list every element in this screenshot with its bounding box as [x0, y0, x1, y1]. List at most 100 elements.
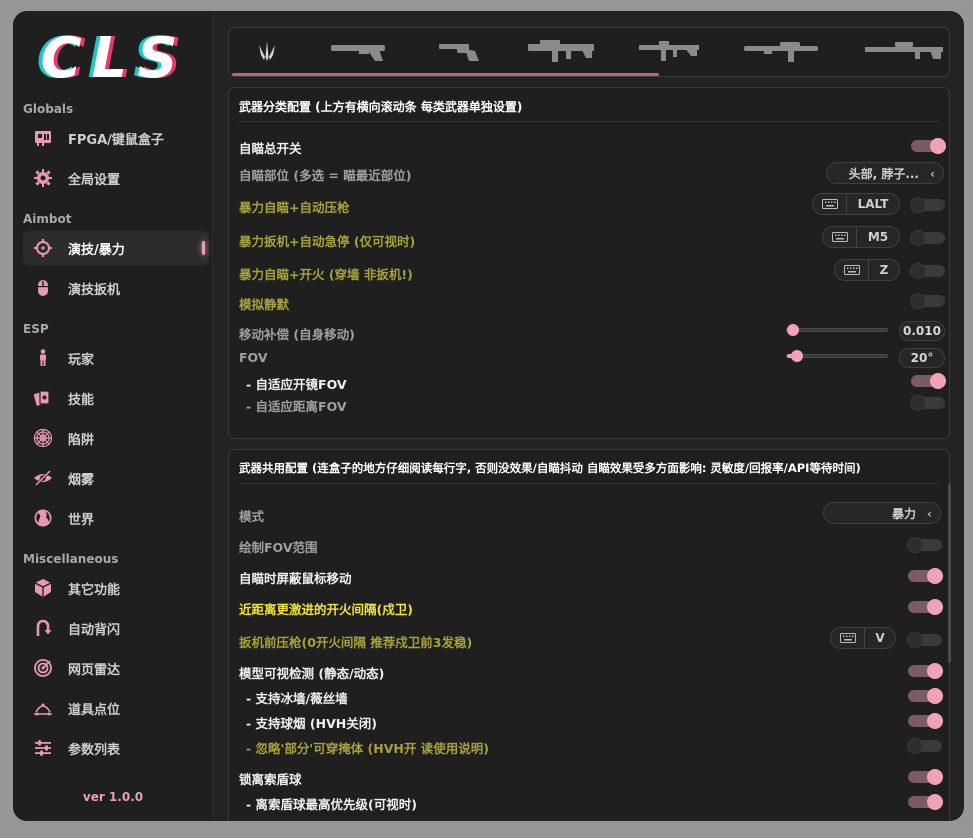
close-range-toggle[interactable]: [908, 599, 943, 615]
mode-dropdown[interactable]: 暴力 ‹: [823, 502, 941, 524]
block-mouse-toggle[interactable]: [908, 568, 943, 584]
pre-trigger-toggle[interactable]: [907, 632, 942, 648]
sidebar-item-traps[interactable]: 陷阱: [23, 421, 209, 455]
sidebar-item-label: 道具点位: [68, 702, 121, 718]
app-window: CLS Globals FPGA/键鼠盒子 全局设置 Aimbot 演技/暴力: [13, 11, 964, 821]
sidebar-item-params[interactable]: 参数列表: [23, 731, 209, 765]
weapon-shared-config-panel: 武器共用配置 (连盒子的地方仔细阅读每行字, 否则没效果/自瞄抖动 自瞄效果受多…: [228, 449, 950, 821]
brute-fire-keybind[interactable]: Z: [834, 259, 900, 281]
smoke-support-toggle[interactable]: [908, 713, 943, 729]
section-misc: Miscellaneous: [23, 552, 119, 566]
rifle-icon: [639, 41, 699, 61]
sidebar-item-waypoints[interactable]: 道具点位: [23, 691, 209, 725]
weapon-tab-bar[interactable]: [228, 27, 950, 77]
weapon-tab-rifle[interactable]: [634, 36, 704, 66]
sidebar-item-fpga[interactable]: FPGA/键鼠盒子: [23, 121, 209, 155]
aim-master-label: 自瞄总开关: [239, 141, 302, 156]
brute-aim-keybind[interactable]: LALT: [812, 193, 900, 215]
slider-knob[interactable]: [790, 350, 803, 362]
orb-priority-toggle[interactable]: [908, 794, 943, 810]
sidebar-item-smoke[interactable]: 烟雾: [23, 461, 209, 495]
cards-icon: [32, 387, 54, 409]
weapon-tab-sniper[interactable]: [864, 36, 944, 66]
tab-scrollbar[interactable]: [232, 73, 659, 76]
panel-divider: [239, 483, 939, 484]
sidebar-item-label: 玩家: [68, 352, 95, 368]
sidebar-item-label: 世界: [68, 512, 95, 528]
brute-fire-toggle[interactable]: [910, 263, 945, 279]
move-comp-value[interactable]: 0.010: [899, 321, 945, 341]
panel-divider: [239, 121, 939, 122]
section-globals: Globals: [23, 102, 74, 116]
sidebar-item-other[interactable]: 其它功能: [23, 571, 209, 605]
silent-aim-toggle[interactable]: [910, 293, 945, 309]
vis-check-label: 模型可视检测 (静态/动态): [239, 666, 385, 681]
keybind-label: LALT: [857, 197, 889, 211]
keybind-label: Z: [879, 263, 889, 277]
sidebar-item-label: 全局设置: [68, 172, 121, 188]
ice-wall-label: - 支持冰墙/薇丝墙: [246, 691, 348, 706]
sidebar-item-brute-aim[interactable]: 演技/暴力: [23, 231, 209, 265]
ignore-cover-toggle[interactable]: [907, 738, 942, 754]
sidebar-item-trigger[interactable]: 演技扳机: [23, 271, 209, 305]
panel-scrollbar[interactable]: [948, 483, 951, 663]
fov-value[interactable]: 20°: [899, 348, 945, 368]
globe-icon: [32, 507, 54, 529]
weapon-tab-smg[interactable]: [521, 36, 601, 66]
fov-label: FOV: [239, 350, 268, 365]
brute-aim-toggle[interactable]: [910, 197, 945, 213]
sidebar-item-label: 陷阱: [68, 432, 95, 448]
smg-icon: [528, 40, 594, 62]
weapon-tab-pistol[interactable]: [324, 36, 394, 66]
weapon-tab-revolver[interactable]: [429, 36, 489, 66]
mode-label: 模式: [239, 509, 265, 524]
draw-fov-label: 绘制FOV范围: [239, 540, 318, 555]
sidebar-item-web-radar[interactable]: 网页雷达: [23, 651, 209, 685]
brute-trigger-keybind[interactable]: M5: [822, 226, 900, 248]
claw-icon: [259, 41, 275, 61]
spiderweb-icon: [32, 427, 54, 449]
draw-fov-toggle[interactable]: [907, 537, 942, 553]
lock-orb-label: 锁离索盾球: [239, 772, 302, 787]
panel-title: 武器共用配置 (连盒子的地方仔细阅读每行字, 否则没效果/自瞄抖动 自瞄效果受多…: [239, 461, 861, 475]
sidebar-item-players[interactable]: 玩家: [23, 341, 209, 375]
app-logo: CLS: [29, 29, 199, 89]
weapon-tab-melee[interactable]: [247, 36, 287, 66]
ice-wall-toggle[interactable]: [908, 688, 943, 704]
vis-check-toggle[interactable]: [908, 663, 943, 679]
lock-orb-toggle[interactable]: [908, 769, 943, 785]
section-aimbot: Aimbot: [23, 212, 72, 226]
brute-trigger-label: 暴力扳机+自动急停 (仅可视时): [239, 234, 416, 249]
version-label: ver 1.0.0: [82, 790, 144, 804]
adaptive-dist-fov-toggle[interactable]: [910, 395, 945, 411]
brute-fire-label: 暴力自瞄+开火 (穿墙 非扳机!): [239, 267, 413, 282]
crosshair-icon: [32, 237, 54, 259]
pre-trigger-keybind[interactable]: V: [830, 627, 896, 649]
aim-master-toggle[interactable]: [911, 138, 946, 154]
chevron-left-icon: ‹: [927, 507, 932, 521]
close-range-label: 近距离更激进的开火间隔(戍卫): [239, 602, 413, 617]
keybind-label: V: [875, 631, 885, 645]
adaptive-scope-fov-toggle[interactable]: [911, 373, 946, 389]
sidebar-item-world[interactable]: 世界: [23, 501, 209, 535]
hardware-card-icon: [32, 127, 54, 149]
sidebar-item-skills[interactable]: 技能: [23, 381, 209, 415]
sidebar-item-global-settings[interactable]: 全局设置: [23, 161, 209, 195]
cube-icon: [32, 577, 54, 599]
fov-slider[interactable]: [786, 350, 888, 362]
aim-parts-dropdown[interactable]: 头部, 脖子... ‹: [826, 162, 944, 184]
adaptive-scope-fov-label: - 自适应开镜FOV: [246, 377, 347, 392]
move-comp-slider[interactable]: [786, 324, 888, 336]
sidebar-item-label: 参数列表: [68, 742, 121, 758]
brute-trigger-toggle[interactable]: [910, 230, 945, 246]
smoke-support-label: - 支持球烟 (HVH关闭): [246, 716, 377, 731]
sidebar-item-auto-flash[interactable]: 自动背闪: [23, 611, 209, 645]
sidebar-item-label: 演技扳机: [68, 282, 121, 298]
orb-priority-label: - 离索盾球最高优先级(可视时): [246, 797, 417, 812]
eye-slash-icon: [32, 467, 54, 489]
active-indicator: [202, 241, 205, 255]
keyboard-icon: [823, 227, 857, 247]
sidebar-item-label: 其它功能: [68, 582, 121, 598]
weapon-tab-shotgun[interactable]: [741, 36, 821, 66]
slider-knob[interactable]: [787, 324, 799, 336]
